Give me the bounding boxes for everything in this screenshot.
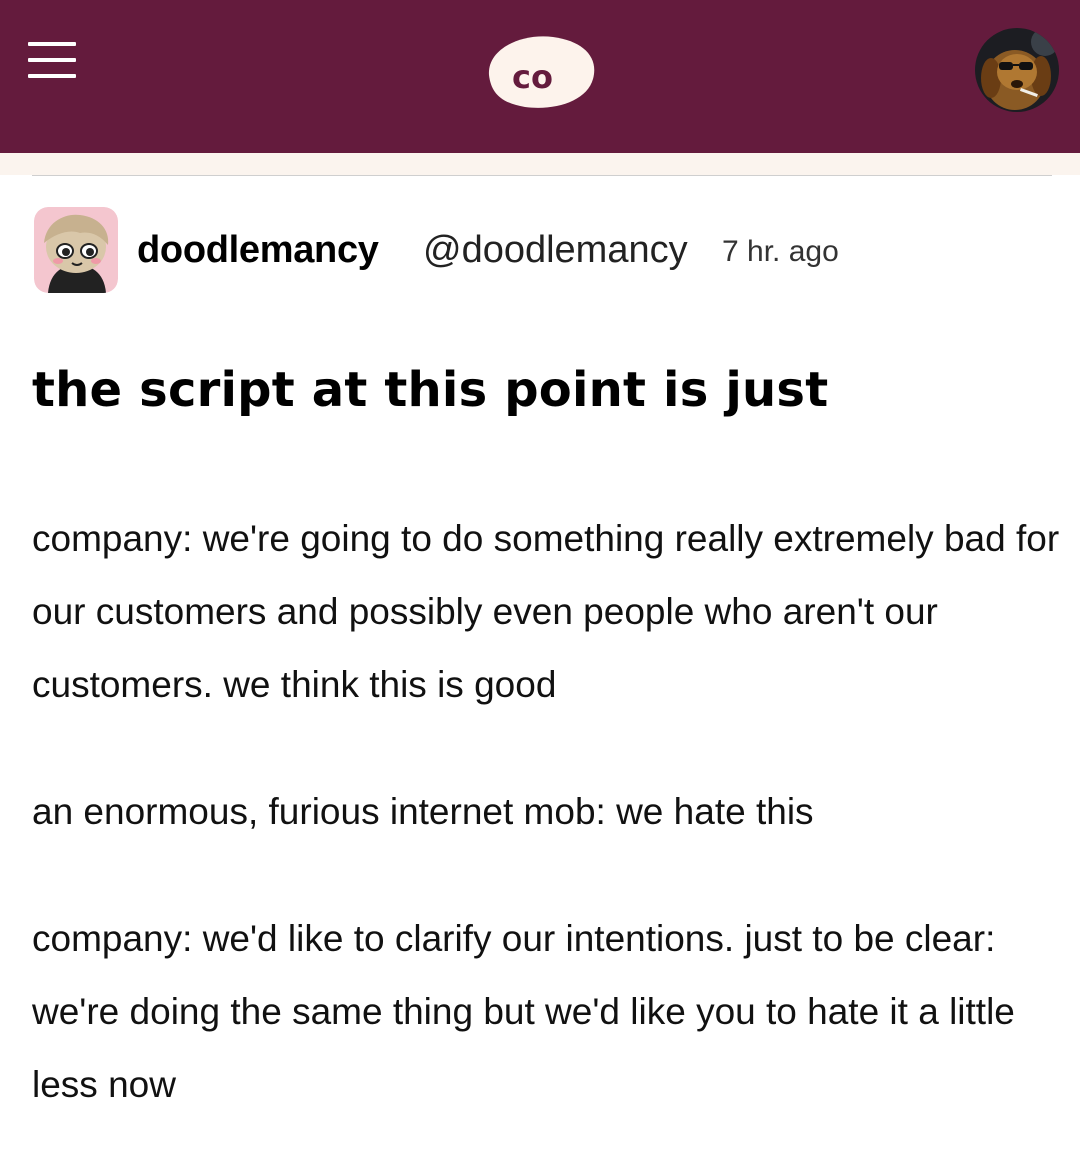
author-handle[interactable]: @doodlemancy bbox=[423, 229, 688, 272]
hamburger-menu-icon[interactable] bbox=[28, 42, 76, 78]
cohost-logo-icon[interactable]: co bbox=[481, 27, 601, 112]
user-avatar[interactable] bbox=[975, 28, 1059, 112]
author-name[interactable]: doodlemancy bbox=[137, 229, 379, 272]
top-navigation-bar: co bbox=[0, 0, 1080, 153]
post-timestamp[interactable]: 7 hr. ago bbox=[722, 235, 839, 269]
svg-text:co: co bbox=[512, 58, 553, 96]
post-paragraph: company: we're going to do something rea… bbox=[32, 518, 1060, 705]
post-header: doodlemancy @doodlemancy 7 hr. ago bbox=[34, 207, 1054, 293]
author-avatar[interactable] bbox=[34, 207, 118, 293]
post-title: the script at this point is just bbox=[32, 362, 829, 418]
post-paragraph: company: we'd like to clarify our intent… bbox=[32, 918, 1015, 1105]
post-paragraph: an enormous, furious internet mob: we ha… bbox=[32, 791, 814, 832]
header-shadow-strip bbox=[0, 153, 1080, 175]
divider bbox=[32, 175, 1052, 176]
